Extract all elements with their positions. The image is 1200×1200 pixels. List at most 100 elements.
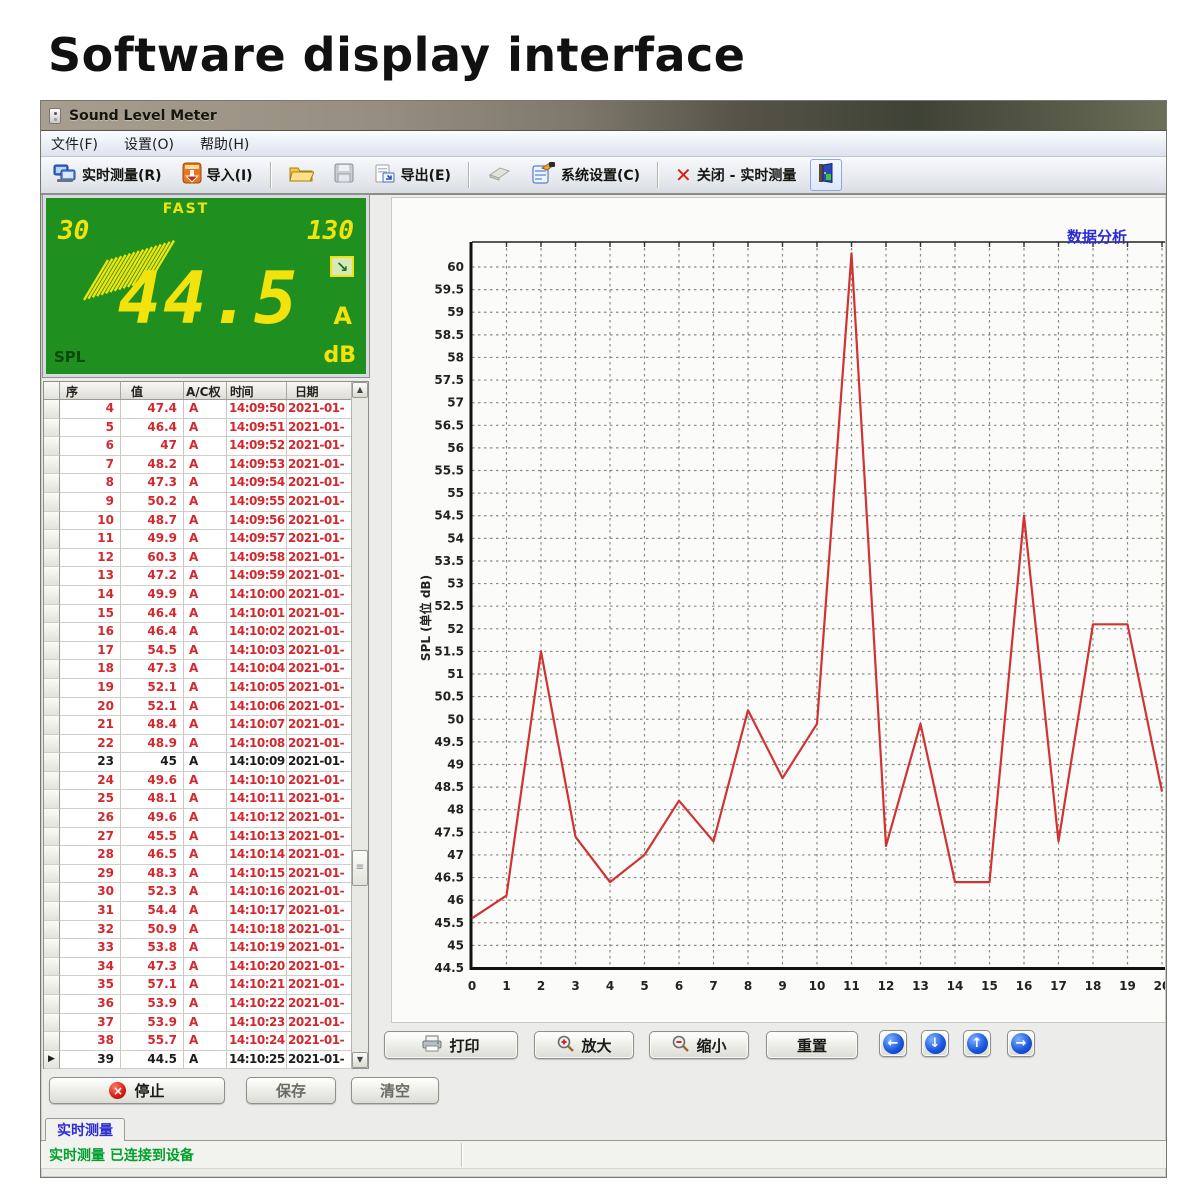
close-realtime-label: 关闭 - 实时测量 bbox=[696, 168, 797, 184]
table-row[interactable]: 27 45.5 A 14:10:13 2021-01- bbox=[44, 827, 368, 847]
export-button[interactable]: 导出(E) bbox=[368, 159, 457, 191]
system-settings-label: 系统设置(C) bbox=[560, 168, 641, 184]
table-row[interactable]: 38 55.7 A 14:10:24 2021-01- bbox=[44, 1032, 368, 1051]
import-button[interactable]: 导入(I) bbox=[176, 159, 259, 191]
svg-text:58.5: 58.5 bbox=[434, 328, 464, 342]
col-header-date[interactable]: 日期 bbox=[287, 382, 352, 399]
table-row[interactable]: ▶ 39 44.5 A 14:10:25 2021-01- bbox=[44, 1050, 368, 1070]
col-header-value[interactable]: 值 bbox=[121, 382, 184, 399]
scrollbar-thumb[interactable]: ≡ bbox=[352, 850, 368, 886]
save-button[interactable]: 保存 bbox=[246, 1077, 336, 1104]
table-cell: 2021-01- bbox=[287, 864, 352, 884]
col-header-weighting[interactable]: A/C权 bbox=[184, 382, 227, 399]
svg-text:2: 2 bbox=[537, 979, 545, 993]
table-row[interactable]: 11 49.9 A 14:09:57 2021-01- bbox=[44, 530, 368, 549]
table-cell: 2021-01- bbox=[287, 1013, 352, 1033]
pan-down-button[interactable]: ↓ bbox=[921, 1030, 949, 1057]
table-row[interactable]: 6 47 A 14:09:52 2021-01- bbox=[44, 437, 368, 456]
table-row[interactable]: 18 47.3 A 14:10:04 2021-01- bbox=[44, 660, 368, 679]
col-header-seq[interactable]: 序 bbox=[60, 382, 121, 399]
table-row[interactable]: 15 46.4 A 14:10:01 2021-01- bbox=[44, 604, 368, 624]
reset-label: 重置 bbox=[796, 1036, 827, 1055]
close-realtime-button[interactable]: ✕ 关闭 - 实时测量 bbox=[669, 162, 802, 188]
table-row[interactable]: 10 48.7 A 14:09:56 2021-01- bbox=[44, 511, 368, 531]
table-cell: 14:09:57 bbox=[227, 530, 287, 549]
table-row[interactable]: 14 49.9 A 14:10:00 2021-01- bbox=[44, 585, 368, 605]
arrow-down-icon: ↓ bbox=[924, 1033, 946, 1054]
table-row[interactable]: 35 57.1 A 14:10:21 2021-01- bbox=[44, 976, 368, 995]
table-row[interactable]: 13 47.2 A 14:09:59 2021-01- bbox=[44, 567, 368, 586]
col-header-time[interactable]: 时间 bbox=[227, 382, 287, 399]
table-row[interactable]: 30 52.3 A 14:10:16 2021-01- bbox=[44, 883, 368, 903]
pan-left-button[interactable]: ← bbox=[879, 1030, 907, 1057]
svg-text:46: 46 bbox=[447, 893, 464, 907]
erase-button[interactable] bbox=[480, 162, 518, 188]
pan-right-button[interactable]: → bbox=[1007, 1030, 1035, 1057]
zoom-out-button[interactable]: 缩小 bbox=[649, 1031, 749, 1059]
system-settings-button[interactable]: 系统设置(C) bbox=[526, 159, 646, 191]
table-cell: 52.1 bbox=[121, 697, 184, 717]
scroll-up-button[interactable]: ▲ bbox=[352, 382, 368, 398]
chart-analysis-link[interactable]: 数据分析 bbox=[1067, 226, 1127, 247]
table-cell: 14:10:24 bbox=[227, 1032, 287, 1051]
import-icon bbox=[182, 162, 202, 188]
table-cell: 53.9 bbox=[121, 1013, 184, 1033]
pan-up-button[interactable]: ↑ bbox=[963, 1030, 991, 1057]
table-row[interactable]: 21 48.4 A 14:10:07 2021-01- bbox=[44, 716, 368, 735]
table-row[interactable]: 34 47.3 A 14:10:20 2021-01- bbox=[44, 957, 368, 977]
table-row[interactable]: 37 53.9 A 14:10:23 2021-01- bbox=[44, 1013, 368, 1033]
table-row[interactable]: 36 53.9 A 14:10:22 2021-01- bbox=[44, 995, 368, 1014]
table-row[interactable]: 19 52.1 A 14:10:05 2021-01- bbox=[44, 678, 368, 698]
window-titlebar[interactable]: Sound Level Meter bbox=[41, 101, 1166, 131]
table-row[interactable]: 25 48.1 A 14:10:11 2021-01- bbox=[44, 790, 368, 810]
table-cell: A bbox=[184, 585, 227, 605]
table-row[interactable]: 4 47.4 A 14:09:50 2021-01- bbox=[44, 400, 368, 419]
row-marker-cell bbox=[44, 864, 60, 884]
open-file-button[interactable] bbox=[282, 160, 320, 190]
table-row[interactable]: 29 48.3 A 14:10:15 2021-01- bbox=[44, 864, 368, 884]
table-row[interactable]: 23 45 A 14:10:09 2021-01- bbox=[44, 753, 368, 772]
svg-text:56.5: 56.5 bbox=[434, 418, 464, 432]
table-row[interactable]: 8 47.3 A 14:09:54 2021-01- bbox=[44, 474, 368, 493]
table-row[interactable]: 12 60.3 A 14:09:58 2021-01- bbox=[44, 548, 368, 568]
table-row[interactable]: 24 49.6 A 14:10:10 2021-01- bbox=[44, 771, 368, 791]
table-row[interactable]: 33 53.8 A 14:10:19 2021-01- bbox=[44, 939, 368, 958]
table-row[interactable]: 26 49.6 A 14:10:12 2021-01- bbox=[44, 809, 368, 828]
table-row[interactable]: 32 50.9 A 14:10:18 2021-01- bbox=[44, 920, 368, 940]
exit-button[interactable] bbox=[810, 159, 843, 191]
print-button[interactable]: 打印 bbox=[384, 1031, 518, 1059]
reset-button[interactable]: 重置 bbox=[766, 1031, 858, 1059]
table-row[interactable]: 7 48.2 A 14:09:53 2021-01- bbox=[44, 455, 368, 475]
zoom-out-label: 缩小 bbox=[696, 1036, 727, 1055]
table-row[interactable]: 9 50.2 A 14:09:55 2021-01- bbox=[44, 492, 368, 512]
table-cell: 14:10:18 bbox=[227, 920, 287, 940]
window-title: Sound Level Meter bbox=[69, 107, 217, 124]
table-row[interactable]: 22 48.9 A 14:10:08 2021-01- bbox=[44, 734, 368, 754]
svg-text:5: 5 bbox=[640, 979, 648, 993]
table-cell: 14 bbox=[60, 585, 121, 605]
table-scrollbar[interactable]: ▲ ≡ ▼ bbox=[351, 382, 368, 1068]
table-row[interactable]: 17 54.5 A 14:10:03 2021-01- bbox=[44, 641, 368, 661]
row-marker-cell bbox=[44, 697, 60, 717]
menu-help[interactable]: 帮助(H) bbox=[200, 134, 249, 154]
tab-realtime-measure[interactable]: 实时测量 bbox=[45, 1118, 125, 1141]
table-cell: 47.2 bbox=[121, 567, 184, 586]
table-row[interactable]: 16 46.4 A 14:10:02 2021-01- bbox=[44, 623, 368, 642]
menu-file[interactable]: 文件(F) bbox=[51, 134, 98, 154]
realtime-measure-button[interactable]: 实时测量(R) bbox=[47, 160, 168, 190]
save-file-button[interactable] bbox=[328, 160, 360, 190]
table-row[interactable]: 31 54.4 A 14:10:17 2021-01- bbox=[44, 902, 368, 921]
svg-text:44.5: 44.5 bbox=[434, 961, 464, 975]
menu-settings[interactable]: 设置(O) bbox=[124, 134, 174, 154]
stop-button[interactable]: × 停止 bbox=[49, 1077, 225, 1104]
table-row[interactable]: 20 52.1 A 14:10:06 2021-01- bbox=[44, 697, 368, 717]
table-cell: 2021-01- bbox=[287, 734, 352, 754]
table-cell: 2021-01- bbox=[287, 437, 352, 456]
table-cell: 26 bbox=[60, 809, 121, 828]
table-row[interactable]: 28 46.5 A 14:10:14 2021-01- bbox=[44, 846, 368, 865]
zoom-in-button[interactable]: 放大 bbox=[534, 1031, 634, 1059]
clear-button[interactable]: 清空 bbox=[351, 1077, 439, 1104]
scroll-down-button[interactable]: ▼ bbox=[352, 1052, 368, 1068]
table-cell: 47.3 bbox=[121, 957, 184, 977]
table-row[interactable]: 5 46.4 A 14:09:51 2021-01- bbox=[44, 418, 368, 438]
